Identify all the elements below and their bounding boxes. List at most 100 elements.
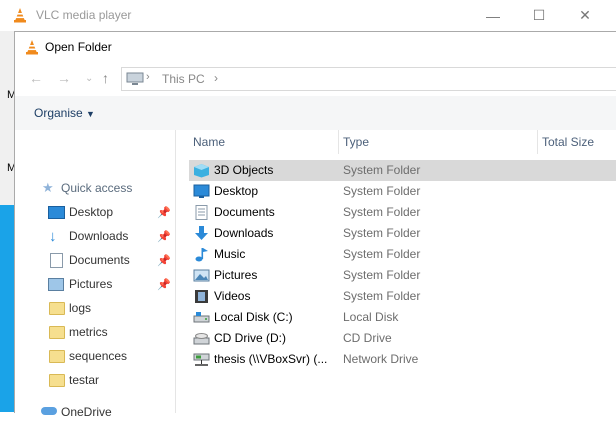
vlc-window-title: VLC media player	[36, 8, 132, 22]
pin-icon: 📌	[157, 278, 171, 291]
nav-item-label: Desktop	[69, 205, 114, 219]
nav-item-logs[interactable]: logs	[15, 296, 175, 320]
folder-icon	[49, 326, 65, 339]
forward-arrow-icon[interactable]: →	[57, 70, 71, 86]
nav-item-label: Downloads	[69, 229, 129, 243]
dialog-title: Open Folder	[45, 40, 112, 54]
file-row-3d-objects[interactable]: 3D Objects System Folder	[189, 160, 616, 181]
minimize-button[interactable]: —	[470, 0, 516, 31]
column-header-label: Type	[343, 135, 370, 149]
local-disk-icon	[193, 312, 210, 323]
nav-quick-access[interactable]: ★ Quick access	[15, 176, 175, 200]
nav-item-label: sequences	[69, 349, 128, 363]
file-type: Local Disk	[343, 310, 399, 324]
videos-icon	[195, 290, 208, 303]
file-name: Downloads	[214, 226, 274, 240]
nav-item-documents[interactable]: Documents 📌	[15, 248, 175, 272]
file-row-network-drive[interactable]: thesis (\\VBoxSvr) (... Network Drive	[189, 349, 616, 370]
column-header-name[interactable]: Name	[193, 130, 225, 154]
nav-item-label: Pictures	[69, 277, 113, 291]
cd-drive-icon	[193, 333, 210, 345]
pin-icon: 📌	[157, 206, 171, 219]
music-icon	[195, 248, 208, 262]
file-row-desktop[interactable]: Desktop System Folder	[189, 181, 616, 202]
vlc-titlebar: VLC media player — ☐ ✕	[0, 0, 616, 32]
desktop-icon	[193, 184, 210, 198]
file-type: System Folder	[343, 184, 421, 198]
nav-item-label: testar	[69, 373, 100, 387]
up-arrow-icon[interactable]: ↑	[102, 70, 109, 86]
file-name: CD Drive (D:)	[214, 331, 286, 345]
vlc-cone-icon	[26, 40, 38, 55]
command-toolbar: Organise ▼	[15, 96, 616, 131]
pin-icon: 📌	[157, 254, 171, 267]
file-name: Documents	[214, 205, 275, 219]
close-icon: ✕	[579, 7, 591, 23]
documents-icon	[50, 253, 63, 268]
cloud-icon	[41, 407, 57, 415]
this-pc-icon	[126, 72, 144, 85]
downloads-icon: ↓	[49, 227, 57, 245]
navigation-pane: ★ Quick access Desktop 📌 ↓ Downloads 📌 D…	[15, 130, 176, 419]
file-row-cd-drive[interactable]: CD Drive (D:) CD Drive	[189, 328, 616, 349]
file-type: System Folder	[343, 163, 421, 177]
file-row-local-disk[interactable]: Local Disk (C:) Local Disk	[189, 307, 616, 328]
downloads-icon	[195, 226, 208, 240]
nav-item-label: metrics	[69, 325, 108, 339]
nav-item-metrics[interactable]: metrics	[15, 320, 175, 344]
column-header-label: Name	[193, 135, 226, 149]
file-row-documents[interactable]: Documents System Folder	[189, 202, 616, 223]
folder-icon	[49, 350, 65, 363]
navigation-bar: ← → ⌄ ↑ › This PC ›	[15, 62, 616, 95]
pictures-icon	[48, 278, 64, 291]
file-type: Network Drive	[343, 352, 419, 366]
minimize-icon: —	[486, 7, 500, 24]
address-path: This PC	[162, 72, 205, 86]
file-type: System Folder	[343, 268, 421, 282]
column-header-label: Total Size	[542, 135, 595, 149]
vlc-cone-icon	[14, 8, 26, 23]
file-row-pictures[interactable]: Pictures System Folder	[189, 265, 616, 286]
pin-icon: 📌	[157, 230, 171, 243]
column-header-size[interactable]: Total Size	[542, 130, 594, 154]
folder-icon	[49, 374, 65, 387]
organise-label: Organise	[34, 106, 83, 120]
nav-item-desktop[interactable]: Desktop 📌	[15, 200, 175, 224]
nav-item-testar[interactable]: testar	[15, 368, 175, 392]
column-header-type[interactable]: Type	[343, 130, 369, 154]
maximize-button[interactable]: ☐	[516, 0, 562, 31]
address-bar[interactable]: › This PC ›	[121, 67, 616, 91]
back-arrow-icon[interactable]: ←	[29, 70, 43, 86]
file-row-music[interactable]: Music System Folder	[189, 244, 616, 265]
file-row-videos[interactable]: Videos System Folder	[189, 286, 616, 307]
pictures-icon	[193, 269, 210, 282]
nav-item-label: OneDrive	[61, 405, 112, 419]
nav-item-label: logs	[69, 301, 92, 315]
nav-item-pictures[interactable]: Pictures 📌	[15, 272, 175, 296]
vlc-video-area	[0, 205, 14, 412]
column-separator[interactable]	[338, 130, 339, 154]
star-icon: ★	[42, 180, 54, 195]
column-separator[interactable]	[537, 130, 538, 154]
desktop-icon	[48, 206, 65, 219]
file-type: System Folder	[343, 247, 421, 261]
nav-item-onedrive[interactable]: OneDrive	[15, 400, 175, 424]
organise-button[interactable]: Organise ▼	[34, 106, 95, 120]
nav-item-downloads[interactable]: ↓ Downloads 📌	[15, 224, 175, 248]
close-button[interactable]: ✕	[562, 0, 608, 31]
recent-locations-chevron-icon[interactable]: ⌄	[85, 73, 93, 84]
file-type: System Folder	[343, 226, 421, 240]
open-folder-dialog: Open Folder ← → ⌄ ↑ › This PC › Organise…	[14, 31, 616, 419]
file-name: Videos	[214, 289, 251, 303]
file-name: thesis (\\VBoxSvr) (...	[214, 352, 328, 366]
address-chevron-icon: ›	[214, 71, 218, 85]
nav-item-label: Documents	[69, 253, 130, 267]
documents-icon	[195, 205, 208, 220]
file-name: 3D Objects	[214, 163, 274, 177]
file-name: Music	[214, 247, 246, 261]
nav-item-sequences[interactable]: sequences	[15, 344, 175, 368]
file-type: CD Drive	[343, 331, 392, 345]
dialog-titlebar: Open Folder	[15, 32, 616, 62]
maximize-icon: ☐	[532, 7, 546, 23]
file-row-downloads[interactable]: Downloads System Folder	[189, 223, 616, 244]
